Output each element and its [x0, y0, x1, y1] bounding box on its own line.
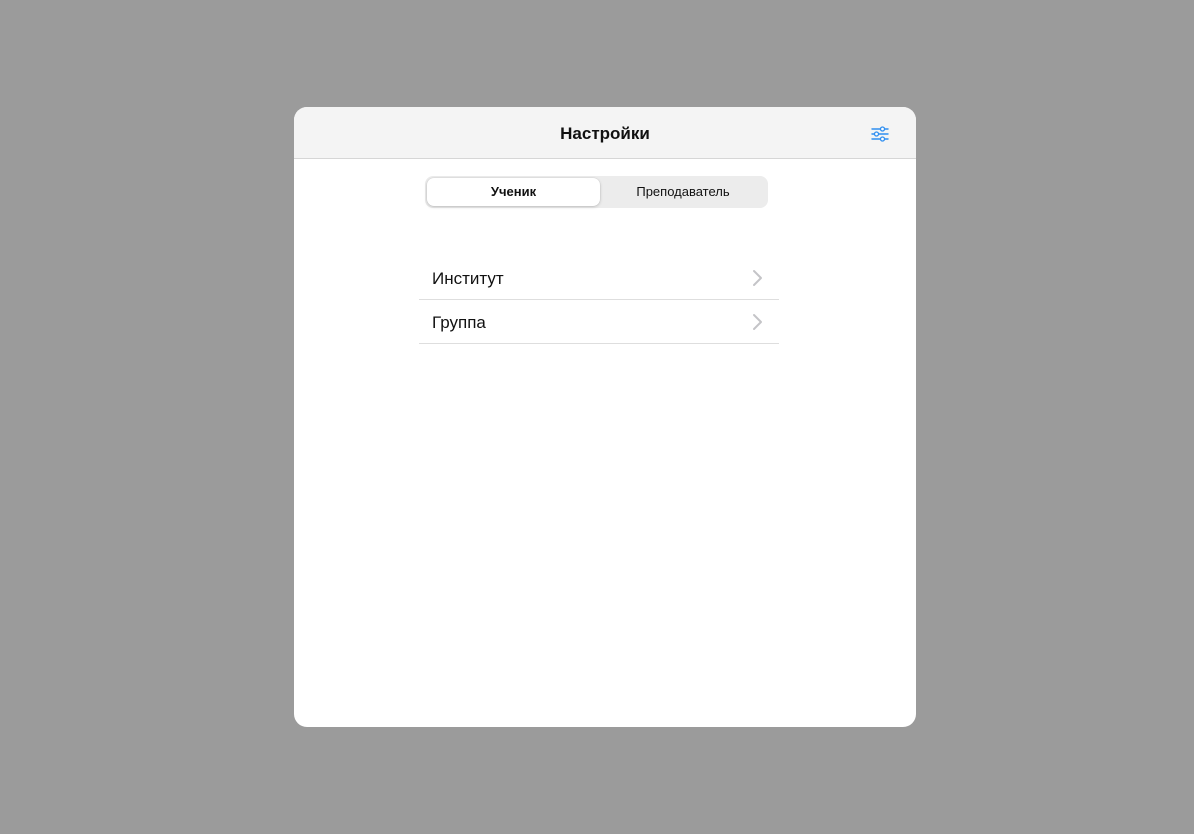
list-item-institute[interactable]: Институт: [419, 256, 779, 300]
role-segmented-control: Ученик Преподаватель: [425, 176, 768, 208]
segment-teacher[interactable]: Преподаватель: [600, 178, 766, 206]
segment-student[interactable]: Ученик: [427, 178, 600, 206]
chevron-right-icon: [753, 314, 762, 330]
list-item-label: Институт: [432, 269, 504, 288]
list-item-label: Группа: [432, 313, 486, 332]
sliders-icon: [871, 126, 889, 142]
page-title: Настройки: [560, 124, 650, 143]
navigation-bar: Настройки: [294, 107, 916, 159]
filter-button[interactable]: [865, 122, 895, 146]
chevron-right-icon: [753, 270, 762, 286]
list-item-group[interactable]: Группа: [419, 300, 779, 344]
settings-sheet: Настройки Ученик Преподаватель Институт: [294, 107, 916, 727]
settings-list: Институт Группа: [419, 256, 779, 344]
